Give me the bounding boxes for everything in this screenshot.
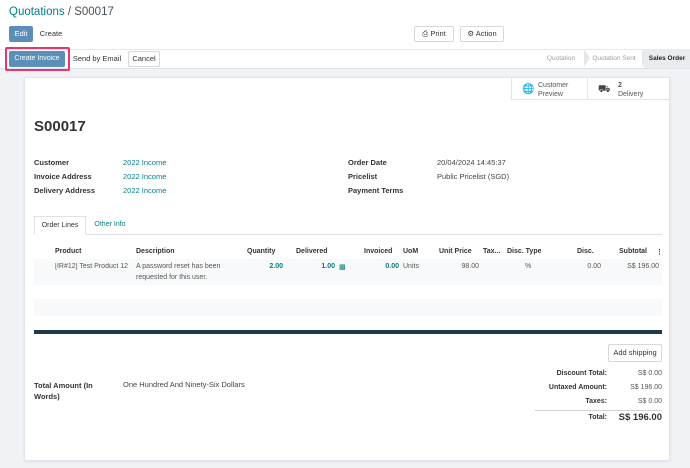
customer-value[interactable]: 2022 Income: [123, 158, 166, 167]
action-label: Action: [475, 29, 497, 38]
delivery-address-label: Delivery Address: [34, 186, 96, 195]
invoice-address-label: Invoice Address: [34, 172, 92, 181]
amount-words-label: Total Amount (In Words): [34, 380, 93, 402]
stage-quotation-sent-label: Quotation Sent: [592, 55, 636, 62]
col-quantity[interactable]: Quantity: [247, 248, 275, 255]
payment-terms-label: Payment Terms: [348, 186, 404, 195]
amount-words-label-line2: Words): [34, 392, 60, 401]
row-description-line2: requested for this user.: [136, 274, 208, 281]
amount-words-label-line1: Total Amount (In: [34, 381, 93, 390]
invoice-address-value[interactable]: 2022 Income: [123, 172, 166, 181]
amount-words-value: One Hundred And Ninety-Six Dollars: [123, 380, 245, 389]
column-options-icon[interactable]: ⋮: [656, 248, 663, 256]
print-button[interactable]: ⎙ Print: [414, 26, 454, 42]
empty-row: [34, 299, 662, 316]
untaxed-amount-value: S$ 196.00: [630, 384, 662, 391]
col-invoiced[interactable]: Invoiced: [364, 248, 392, 255]
globe-icon: 🌐: [522, 84, 535, 95]
order-date-label: Order Date: [348, 158, 387, 167]
row-subtotal: S$ 196.00: [627, 263, 659, 270]
col-disc-type[interactable]: Disc. Type: [507, 248, 542, 255]
taxes-value: S$ 0.00: [637, 398, 662, 405]
customer-label: Customer: [34, 158, 70, 167]
gear-icon: ⚙: [467, 29, 475, 38]
tab-order-lines[interactable]: Order Lines: [34, 216, 86, 235]
discount-total-label: Discount Total:: [556, 370, 607, 377]
customer-preview-line2: Preview: [538, 91, 563, 98]
breadcrumb-current: S00017: [74, 6, 114, 18]
row-uom: Units: [403, 263, 419, 270]
discount-total-value: S$ 0.00: [637, 370, 662, 377]
add-shipping-button[interactable]: Add shipping: [608, 344, 662, 362]
section-divider: [34, 330, 662, 334]
send-by-email-button[interactable]: Send by Email: [70, 51, 124, 67]
order-title: S00017: [34, 118, 86, 135]
row-disc-type: %: [525, 263, 532, 270]
action-button[interactable]: ⚙ Action: [460, 26, 504, 42]
col-uom[interactable]: UoM: [403, 248, 418, 255]
cancel-button[interactable]: Cancel: [128, 51, 160, 67]
edit-button[interactable]: Edit: [9, 26, 33, 42]
tab-order-lines-label: Order Lines: [41, 222, 79, 229]
untaxed-amount-label: Untaxed Amount:: [548, 384, 607, 391]
row-description-line1: A password reset has been: [136, 263, 221, 270]
forecast-chart-icon[interactable]: ▩: [339, 263, 346, 271]
col-subtotal[interactable]: Subtotal: [619, 248, 647, 255]
delivery-count: 2: [618, 82, 622, 89]
customer-preview-button[interactable]: 🌐 Customer Preview: [511, 78, 587, 100]
col-disc[interactable]: Disc.: [577, 248, 594, 255]
customer-preview-line1: Customer: [538, 82, 569, 89]
stage-sales-order[interactable]: Sales Order: [644, 49, 690, 68]
create-invoice-highlight: [5, 47, 70, 71]
tabs-baseline: [34, 234, 662, 235]
tab-other-info-label: Other Info: [94, 221, 126, 228]
row-product: [IR#12] Test Product 12: [55, 263, 129, 270]
delivery-address-value[interactable]: 2022 Income: [123, 186, 166, 195]
taxes-label: Taxes:: [585, 398, 607, 405]
breadcrumb-separator: /: [64, 6, 75, 18]
stage-quotation[interactable]: Quotation: [538, 49, 590, 68]
col-taxes[interactable]: Tax...: [483, 248, 500, 255]
row-quantity: 2.00: [269, 263, 283, 270]
stage-quotation-label: Quotation: [546, 55, 576, 62]
pricelist-label: Pricelist: [348, 172, 378, 181]
pricelist-value: Public Pricelist (SGD): [437, 172, 510, 181]
stage-sales-order-label: Sales Order: [648, 55, 686, 62]
form-sheet: 🌐 Customer Preview ⛟ 2 Delivery S00017 C…: [24, 77, 671, 461]
breadcrumb-quotations-link[interactable]: Quotations: [9, 6, 65, 18]
totals-separator: [535, 410, 662, 411]
truck-icon: ⛟: [598, 84, 611, 95]
delivery-button[interactable]: ⛟ 2 Delivery: [587, 78, 671, 100]
delivery-label: Delivery: [618, 91, 644, 98]
printer-icon: ⎙: [422, 29, 429, 38]
row-unit-price: 98.00: [461, 263, 479, 270]
row-invoiced: 0.00: [385, 263, 399, 270]
col-product[interactable]: Product: [55, 248, 81, 255]
col-delivered[interactable]: Delivered: [296, 248, 328, 255]
total-value: S$ 196.00: [618, 412, 662, 423]
tab-other-info[interactable]: Other Info: [88, 216, 132, 234]
col-description[interactable]: Description: [136, 248, 175, 255]
print-label: Print: [430, 29, 446, 38]
breadcrumb: Quotations / S00017: [9, 6, 114, 18]
order-date-value: 20/04/2024 14:45:37: [437, 158, 506, 167]
row-delivered: 1.00: [321, 263, 335, 270]
col-unit-price[interactable]: Unit Price: [439, 248, 472, 255]
row-disc: 0.00: [587, 263, 601, 270]
stage-quotation-sent[interactable]: Quotation Sent: [586, 49, 648, 68]
create-button[interactable]: Create: [36, 26, 66, 42]
